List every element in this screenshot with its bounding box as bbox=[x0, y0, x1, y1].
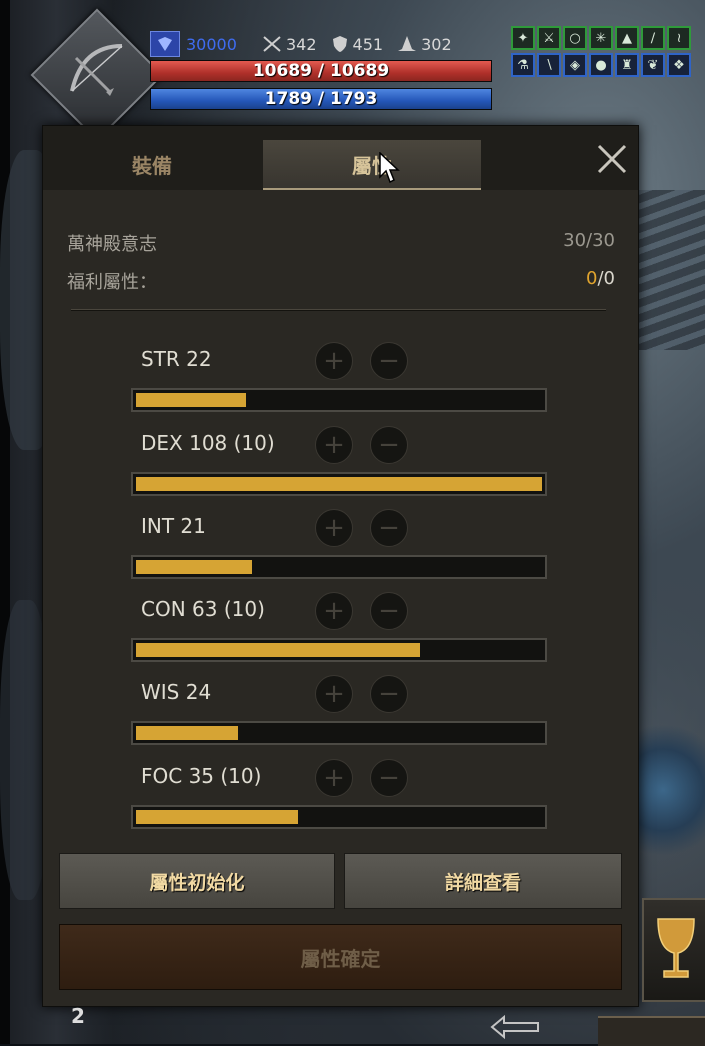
sword-buff-icon[interactable]: ⚔ bbox=[537, 26, 561, 50]
stat-bar-int bbox=[131, 555, 547, 579]
buff-tray: ✦ ⚔ ○ ✳ ▲ ∕ ≀ ⚗ ∖ ◈ ● ♜ ❦ ❖ bbox=[511, 26, 705, 80]
tab-bar: 裝備 屬性 bbox=[43, 126, 638, 190]
beast-buff-icon[interactable]: ❦ bbox=[641, 53, 665, 77]
stat-row-wis: WIS 24 + − bbox=[131, 675, 551, 755]
bottom-hud-bar bbox=[598, 1016, 705, 1046]
attribute-panel: 裝備 屬性 萬神殿意志 30/30 福利屬性： 0/0 STR 22 + − DEX … bbox=[42, 125, 639, 1007]
claw-buff-icon[interactable]: ≀ bbox=[667, 26, 691, 50]
arrow-up-buff-icon[interactable]: ▲ bbox=[615, 26, 639, 50]
pantheon-will-row: 萬神殿意志 30/30 bbox=[67, 230, 615, 256]
bonus-attribute-row: 福利屬性： 0/0 bbox=[67, 268, 615, 294]
bow-icon bbox=[56, 30, 138, 112]
blade-buff-icon[interactable]: ∕ bbox=[641, 26, 665, 50]
mp-bar: 1789 / 1793 bbox=[150, 88, 492, 110]
gem-buff-icon[interactable]: ◈ bbox=[563, 53, 587, 77]
hp-bar: 10689 / 10689 bbox=[150, 60, 492, 82]
chalice-icon[interactable] bbox=[642, 898, 705, 1002]
stat-label-wis: WIS 24 bbox=[141, 680, 212, 704]
stat-bar-con bbox=[131, 638, 547, 662]
stat-bar-str bbox=[131, 388, 547, 412]
stat-row-str: STR 22 + − bbox=[131, 342, 551, 422]
stat-bar-dex bbox=[131, 472, 547, 496]
stat-row-int: INT 21 + − bbox=[131, 509, 551, 589]
wing-buff-icon[interactable]: ✦ bbox=[511, 26, 535, 50]
stat-bar-fill bbox=[136, 477, 542, 491]
increase-wis-button[interactable]: + bbox=[315, 675, 353, 713]
mouse-cursor-icon bbox=[379, 151, 401, 188]
decrease-str-button[interactable]: − bbox=[370, 342, 408, 380]
stat-bar-fill bbox=[136, 643, 421, 657]
potion-buff-icon[interactable]: ⚗ bbox=[511, 53, 535, 77]
hud-stats-row: 30000 342 451 302 bbox=[150, 31, 495, 57]
hp-text: 10689 / 10689 bbox=[252, 61, 390, 81]
stat-row-dex: DEX 108 (10) + − bbox=[131, 426, 551, 506]
gem-icon bbox=[150, 31, 180, 57]
bonus-attribute-label: 福利屬性： bbox=[67, 272, 157, 293]
magic-value: 302 bbox=[421, 34, 452, 54]
stat-label-int: INT 21 bbox=[141, 514, 206, 538]
stat-bar-fill bbox=[136, 393, 246, 407]
spark-buff-icon[interactable]: ✳ bbox=[589, 26, 613, 50]
attack-value: 342 bbox=[286, 34, 317, 54]
stat-bar-foc bbox=[131, 805, 547, 829]
stat-label-foc: FOC 35 (10) bbox=[141, 764, 262, 788]
mp-text: 1789 / 1793 bbox=[264, 89, 378, 109]
reset-attributes-button[interactable]: 屬性初始化 bbox=[59, 853, 335, 909]
hotkey-slot[interactable]: 2 bbox=[55, 1001, 101, 1031]
decrease-int-button[interactable]: − bbox=[370, 509, 408, 547]
stat-bar-fill bbox=[136, 560, 252, 574]
increase-con-button[interactable]: + bbox=[315, 592, 353, 630]
hotkey-number: 2 bbox=[71, 1004, 85, 1028]
wizard-hat-icon bbox=[398, 36, 417, 51]
stat-label-dex: DEX 108 (10) bbox=[141, 431, 275, 455]
divider bbox=[71, 309, 606, 311]
stat-label-str: STR 22 bbox=[141, 347, 212, 371]
view-details-button[interactable]: 詳細查看 bbox=[344, 853, 622, 909]
decrease-wis-button[interactable]: − bbox=[370, 675, 408, 713]
bag-buff-icon[interactable]: ● bbox=[589, 53, 613, 77]
increase-str-button[interactable]: + bbox=[315, 342, 353, 380]
stat-label-con: CON 63 (10) bbox=[141, 597, 265, 621]
crossed-swords-icon bbox=[263, 36, 281, 52]
increase-dex-button[interactable]: + bbox=[315, 426, 353, 464]
decrease-foc-button[interactable]: − bbox=[370, 759, 408, 797]
pantheon-will-label: 萬神殿意志 bbox=[67, 234, 157, 255]
defense-value: 451 bbox=[352, 34, 384, 54]
swap-arrow-icon[interactable] bbox=[490, 1014, 540, 1044]
decrease-dex-button[interactable]: − bbox=[370, 426, 408, 464]
currency-amount: 30000 bbox=[186, 34, 237, 54]
dagger-buff-icon[interactable]: ∖ bbox=[537, 53, 561, 77]
confirm-attributes-button[interactable]: 屬性確定 bbox=[59, 924, 622, 990]
stat-bar-fill bbox=[136, 726, 238, 740]
decrease-con-button[interactable]: − bbox=[370, 592, 408, 630]
stat-bar-wis bbox=[131, 721, 547, 745]
tab-equipment[interactable]: 裝備 bbox=[43, 140, 261, 188]
bonus-attribute-value: 0/0 bbox=[586, 268, 615, 289]
pantheon-will-value: 30/30 bbox=[563, 230, 615, 251]
stat-bar-fill bbox=[136, 810, 299, 824]
stat-row-con: CON 63 (10) + − bbox=[131, 592, 551, 672]
shield-icon bbox=[332, 36, 347, 52]
stat-row-foc: FOC 35 (10) + − bbox=[131, 759, 551, 839]
close-icon[interactable] bbox=[595, 142, 629, 176]
rune-buff-icon[interactable]: ❖ bbox=[667, 53, 691, 77]
tab-attributes[interactable]: 屬性 bbox=[263, 140, 481, 190]
increase-foc-button[interactable]: + bbox=[315, 759, 353, 797]
increase-int-button[interactable]: + bbox=[315, 509, 353, 547]
ring-buff-icon[interactable]: ○ bbox=[563, 26, 587, 50]
totem-buff-icon[interactable]: ♜ bbox=[615, 53, 639, 77]
